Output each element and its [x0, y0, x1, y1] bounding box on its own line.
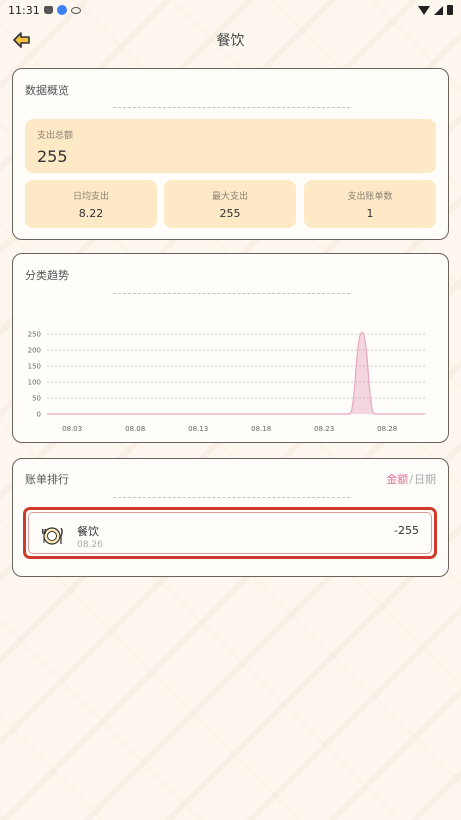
x-tick-label-08.08: 08.08	[125, 425, 145, 433]
wifi-icon	[418, 5, 430, 15]
overview-title: 数据概览	[25, 84, 69, 97]
y-tick-label-200: 200	[28, 347, 41, 355]
back-arrow-icon	[13, 32, 30, 48]
battery-icon	[447, 5, 453, 15]
max-expense-box: 最大支出 255	[164, 180, 296, 228]
status-bar: 11:31	[0, 0, 461, 20]
y-tick-label-250: 250	[28, 331, 41, 339]
trend-chart: 0 50 100 150 200 250 08.03 08.08 08.13 08.18 08.23…	[28, 331, 425, 433]
max-expense-label: 最大支出	[211, 192, 248, 202]
ranking-item-amount: -255	[394, 524, 419, 537]
status-time: 11:31	[8, 3, 40, 17]
overview-card: 数据概览 支出总额 255 日均支出 8.22 最大支出 255 支出账单数 1	[12, 68, 449, 240]
sort-by-date[interactable]: 日期	[414, 471, 436, 487]
trend-divider	[113, 293, 350, 294]
total-expense-value: 255	[37, 147, 68, 166]
ranking-item[interactable]: 餐饮 08.26 -255	[23, 507, 437, 559]
x-tick-label-08.28: 08.28	[377, 425, 397, 433]
daily-average-value: 8.22	[78, 207, 104, 220]
daily-average-box: 日均支出 8.22	[25, 180, 157, 228]
ranking-card: 账单排行 金额 / 日期 餐饮 08.26 -255	[12, 458, 449, 577]
bill-count-label: 支出账单数	[347, 192, 393, 202]
trend-card: 分类趋势 0 50 100 150 200 250 08.03 08.08 08.13 08.18…	[12, 253, 449, 443]
ranking-item-name: 餐饮	[77, 525, 99, 538]
trend-title: 分类趋势	[25, 269, 69, 282]
header: 餐饮	[0, 20, 461, 60]
download-icon	[56, 5, 67, 15]
ranking-item-inner: 餐饮 08.26 -255	[28, 512, 432, 554]
max-expense-value: 255	[219, 207, 241, 220]
sort-toggle: 金额 / 日期	[386, 471, 436, 487]
back-button[interactable]	[12, 30, 32, 50]
y-tick-label-100: 100	[28, 379, 41, 387]
y-tick-label-50: 50	[32, 395, 41, 403]
bill-count-value: 1	[366, 207, 374, 220]
daily-average-label: 日均支出	[72, 192, 109, 202]
sort-separator: /	[409, 472, 413, 486]
x-tick-label-08.23: 08.23	[314, 425, 334, 433]
y-tick-label-0: 0	[37, 411, 41, 419]
signal-icon	[434, 5, 443, 15]
x-tick-label-08.18: 08.18	[251, 425, 271, 433]
cat-icon	[43, 6, 53, 14]
bill-count-box: 支出账单数 1	[304, 180, 436, 228]
ranking-title: 账单排行	[25, 473, 69, 486]
x-tick-label-08.13: 08.13	[188, 425, 208, 433]
total-expense-box: 支出总额 255	[25, 119, 436, 173]
overview-divider	[113, 107, 350, 108]
eye-icon	[70, 6, 81, 14]
ranking-item-date: 08.26	[77, 540, 103, 550]
status-right	[418, 5, 453, 15]
ranking-divider	[113, 497, 350, 498]
total-expense-label: 支出总额	[37, 131, 74, 141]
sort-by-amount[interactable]: 金额	[386, 471, 408, 487]
page-title: 餐饮	[216, 33, 245, 49]
x-tick-label-08.03: 08.03	[62, 425, 82, 433]
y-tick-label-150: 150	[28, 363, 41, 371]
status-left: 11:31	[8, 4, 81, 17]
dining-icon	[42, 527, 63, 545]
